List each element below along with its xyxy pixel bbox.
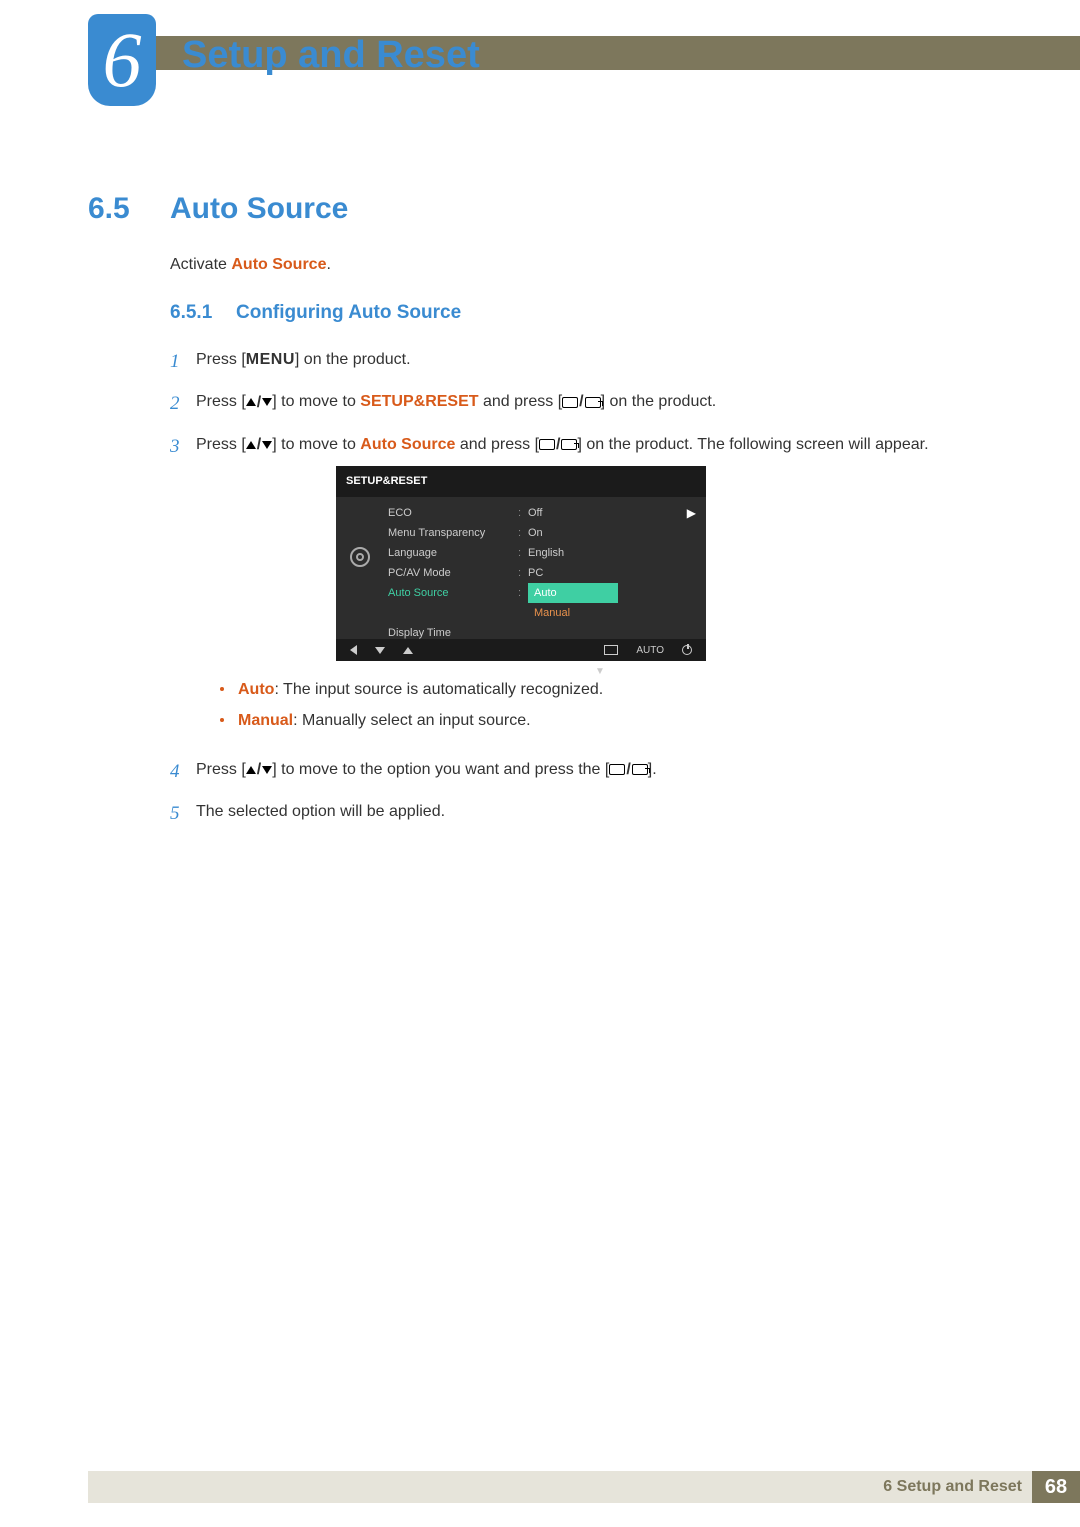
- step-5: 5 The selected option will be applied.: [170, 798, 990, 830]
- step-1-num: 1: [170, 346, 196, 378]
- enter-sym-icon: [632, 764, 648, 775]
- triangle-up-icon: [246, 766, 256, 774]
- step-2: 2 Press [/] to move to SETUP&RESET and p…: [170, 388, 990, 420]
- step-5-num: 5: [170, 798, 196, 830]
- osd-footer: AUTO: [336, 639, 706, 661]
- enter-box-icon: [604, 645, 618, 655]
- triangle-up-icon: [246, 441, 256, 449]
- step-3-hl: Auto Source: [360, 436, 455, 453]
- enter-sym-icon: [585, 397, 601, 408]
- bullet-auto: Auto: The input source is automatically …: [220, 675, 990, 705]
- rect-icon: [562, 397, 578, 408]
- osd-label: Language: [388, 544, 518, 563]
- intro-text: Activate Auto Source.: [170, 256, 331, 274]
- step-2-hl: SETUP&RESET: [360, 393, 478, 410]
- bullet-manual-hl: Manual: [238, 712, 293, 729]
- osd-val: On: [528, 524, 696, 543]
- nav-up-icon: [403, 647, 413, 654]
- triangle-down-icon: [262, 766, 272, 774]
- triangle-up-icon: [246, 398, 256, 406]
- osd-val: Off: [528, 504, 687, 523]
- osd-val-manual: Manual: [528, 603, 576, 624]
- enter-icon: /: [609, 756, 647, 783]
- t: and press [: [455, 436, 539, 453]
- t: and press [: [479, 393, 563, 410]
- step-4-num: 4: [170, 756, 196, 788]
- enter-icon: /: [539, 431, 577, 458]
- osd-label: PC/AV Mode: [388, 564, 518, 583]
- osd-row-transparency: Menu Transparency:On: [384, 523, 706, 543]
- steps-container: 1 Press [MENU] on the product. 2 Press […: [170, 346, 990, 841]
- bullet-auto-text: : The input source is automatically reco…: [274, 681, 603, 698]
- t: ] to move to: [272, 436, 360, 453]
- footer-bar: 6 Setup and Reset 68: [88, 1471, 1080, 1503]
- subsection-title: Configuring Auto Source: [236, 302, 461, 324]
- step-1-body: Press [MENU] on the product.: [196, 346, 990, 373]
- triangle-down-icon: [262, 441, 272, 449]
- step-3-num: 3: [170, 431, 196, 463]
- subsection-number: 6.5.1: [170, 302, 212, 324]
- osd-val: PC: [528, 564, 696, 583]
- step-2-num: 2: [170, 388, 196, 420]
- step-3-body: Press [/] to move to Auto Source and pre…: [196, 431, 990, 746]
- up-down-icon: /: [246, 756, 272, 783]
- triangle-down-icon: [262, 398, 272, 406]
- osd-label: ECO: [388, 504, 518, 523]
- up-down-icon: /: [246, 431, 272, 458]
- enter-sym-icon: [561, 439, 577, 450]
- power-icon: [682, 645, 692, 655]
- step-1-pre: Press [: [196, 351, 246, 368]
- section-number: 6.5: [88, 192, 130, 226]
- menu-key-icon: MENU: [246, 346, 295, 373]
- osd-val-highlight: Auto: [528, 583, 618, 604]
- step-5-body: The selected option will be applied.: [196, 798, 990, 825]
- bullet-auto-hl: Auto: [238, 681, 274, 698]
- t: ] to move to: [272, 393, 360, 410]
- bullet-manual: Manual: Manually select an input source.: [220, 706, 990, 736]
- osd-row-language: Language:English: [384, 543, 706, 563]
- chapter-number: 6: [88, 14, 156, 106]
- rect-icon: [539, 439, 555, 450]
- chapter-title: Setup and Reset: [182, 34, 480, 77]
- bullet-manual-text: : Manually select an input source.: [293, 712, 530, 729]
- step-2-body: Press [/] to move to SETUP&RESET and pre…: [196, 388, 990, 416]
- osd-row-autosource: Auto Source:Auto: [384, 583, 706, 603]
- chapter-badge: 6: [88, 14, 156, 106]
- t: ] to move to the option you want and pre…: [272, 761, 609, 778]
- osd-footer-auto: AUTO: [636, 642, 664, 659]
- osd-title: SETUP&RESET: [336, 466, 706, 497]
- footer-page: 68: [1032, 1471, 1080, 1503]
- enter-icon: /: [562, 388, 600, 415]
- gear-icon: [350, 547, 370, 567]
- intro-pre: Activate: [170, 256, 231, 273]
- t: ] on the product. The following screen w…: [577, 436, 928, 453]
- nav-down-icon: [375, 647, 385, 654]
- osd-row-manual: Manual: [384, 603, 706, 623]
- up-down-icon: /: [246, 389, 272, 416]
- chevron-right-icon: ▶: [687, 503, 696, 523]
- osd-row-eco: ECO:Off▶: [384, 503, 706, 523]
- nav-left-icon: [350, 645, 357, 655]
- bullet-list: Auto: The input source is automatically …: [220, 675, 990, 736]
- t: Press [: [196, 436, 246, 453]
- osd-panel: SETUP&RESET ECO:Off▶ Menu Transparency:O…: [336, 466, 706, 661]
- osd-label: Menu Transparency: [388, 524, 518, 543]
- rect-icon: [609, 764, 625, 775]
- step-3: 3 Press [/] to move to Auto Source and p…: [170, 431, 990, 746]
- step-1-post: ] on the product.: [295, 351, 411, 368]
- osd-label: Auto Source: [388, 584, 518, 603]
- step-4: 4 Press [/] to move to the option you wa…: [170, 756, 990, 788]
- intro-highlight: Auto Source: [231, 256, 326, 273]
- t: ] on the product.: [601, 393, 717, 410]
- osd-row-pcav: PC/AV Mode:PC: [384, 563, 706, 583]
- intro-post: .: [326, 256, 330, 273]
- t: Press [: [196, 761, 246, 778]
- t: Press [: [196, 393, 246, 410]
- section-title: Auto Source: [170, 192, 348, 226]
- step-1: 1 Press [MENU] on the product.: [170, 346, 990, 378]
- osd-val: English: [528, 544, 696, 563]
- footer-text: 6 Setup and Reset: [883, 1478, 1032, 1496]
- step-4-body: Press [/] to move to the option you want…: [196, 756, 990, 784]
